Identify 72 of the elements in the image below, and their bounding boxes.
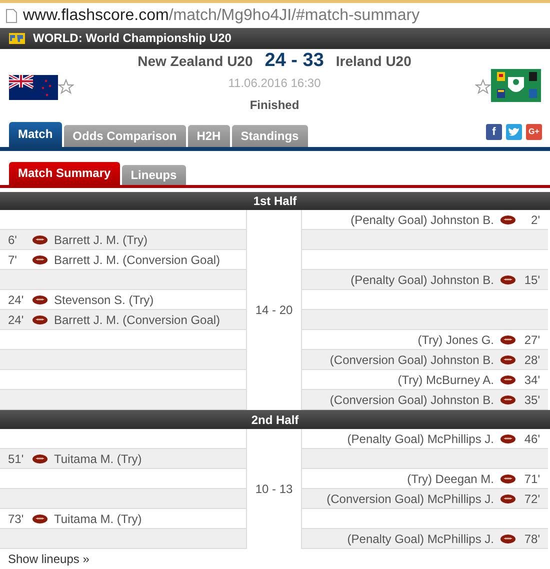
event-text: (Penalty Goal) McPhillips J. <box>347 432 494 446</box>
rugby-ball-icon <box>500 354 516 365</box>
rugby-ball-icon <box>500 374 516 385</box>
url-path: /match/Mg9ho4JI/#match-summary <box>168 6 420 25</box>
event-text: (Conversion Goal) McPhillips J. <box>326 492 494 506</box>
match-status: Finished <box>250 98 300 112</box>
event-text: Barrett J. M. (Try) <box>54 232 148 247</box>
show-lineups-link[interactable]: Show lineups » <box>0 549 550 569</box>
rugby-ball-icon <box>32 314 48 325</box>
rugby-ball-icon <box>500 494 516 504</box>
event-minute: 46' <box>523 432 540 446</box>
rugby-ball-icon <box>32 254 48 265</box>
rugby-ball-icon <box>500 274 516 285</box>
rugby-ball-icon <box>32 454 48 464</box>
event-text: Tuitama M. (Try) <box>54 452 142 466</box>
match-date: 11.06.2016 16:30 <box>228 76 321 90</box>
tab[interactable]: Match <box>9 122 62 147</box>
event-minute: 6' <box>8 232 18 247</box>
event-text: (Try) Deegan M. <box>407 472 494 486</box>
event-minute: 15' <box>523 272 540 287</box>
flag-icon <box>9 74 58 100</box>
world-map-icon <box>9 32 25 44</box>
event-text: Barrett J. M. (Conversion Goal) <box>54 252 220 267</box>
event-minute: 24' <box>8 292 25 307</box>
star-icon[interactable] <box>475 79 491 96</box>
bird-icon[interactable] <box>506 124 522 140</box>
google-plus-button[interactable]: G+ <box>526 124 542 140</box>
half-header: 1st Half <box>0 192 550 210</box>
half-header: 2nd Half <box>0 410 550 429</box>
event-text: (Conversion Goal) Johnston B. <box>330 352 494 367</box>
event-text: (Try) Jones G. <box>418 332 494 347</box>
rugby-ball-icon <box>32 294 48 305</box>
event-minute: 34' <box>523 372 540 387</box>
home-team[interactable]: New Zealand U20 <box>138 53 253 70</box>
event-text: (Try) McBurney A. <box>398 372 494 387</box>
star-icon[interactable] <box>58 79 74 96</box>
rugby-ball-icon <box>500 434 516 444</box>
rugby-ball-icon <box>500 334 516 345</box>
facebook-button[interactable]: f <box>486 124 502 140</box>
rugby-ball-icon <box>32 234 48 245</box>
event-text: Stevenson S. (Try) <box>54 292 154 307</box>
flag-icon <box>491 68 541 102</box>
event-minute: 35' <box>523 392 540 407</box>
half-score: 14 - 20 <box>255 303 293 318</box>
page-icon <box>6 8 17 23</box>
event-minute: 51' <box>8 452 25 466</box>
event-minute: 27' <box>523 332 540 347</box>
subtab[interactable]: Match Summary <box>9 162 120 185</box>
rugby-ball-icon <box>500 394 516 405</box>
rugby-ball-icon <box>32 514 48 524</box>
rugby-ball-icon <box>500 474 516 484</box>
rugby-ball-icon <box>500 214 516 225</box>
url-domain: www.flashscore.com <box>23 6 169 25</box>
event-minute: 73' <box>8 512 25 526</box>
league-title: WORLD: World Championship U20 <box>33 31 232 46</box>
event-minute: 2' <box>530 212 540 227</box>
event-minute: 28' <box>523 352 540 367</box>
event-text: Tuitama M. (Try) <box>54 512 142 526</box>
event-text: Barrett J. M. (Conversion Goal) <box>54 312 220 327</box>
event-minute: 7' <box>8 252 18 267</box>
match-score: 24 - 33 <box>264 50 324 72</box>
rugby-ball-icon <box>500 534 516 544</box>
half-score: 10 - 13 <box>255 482 293 496</box>
event-minute: 24' <box>8 312 25 327</box>
event-text: (Penalty Goal) McPhillips J. <box>347 532 494 546</box>
event-text: (Penalty Goal) Johnston B. <box>350 212 494 227</box>
event-text: (Conversion Goal) Johnston B. <box>330 392 494 407</box>
event-minute: 78' <box>523 532 540 546</box>
event-text: (Penalty Goal) Johnston B. <box>350 272 494 287</box>
event-minute: 71' <box>523 472 540 486</box>
event-minute: 72' <box>523 492 540 506</box>
away-team[interactable]: Ireland U20 <box>336 53 412 70</box>
